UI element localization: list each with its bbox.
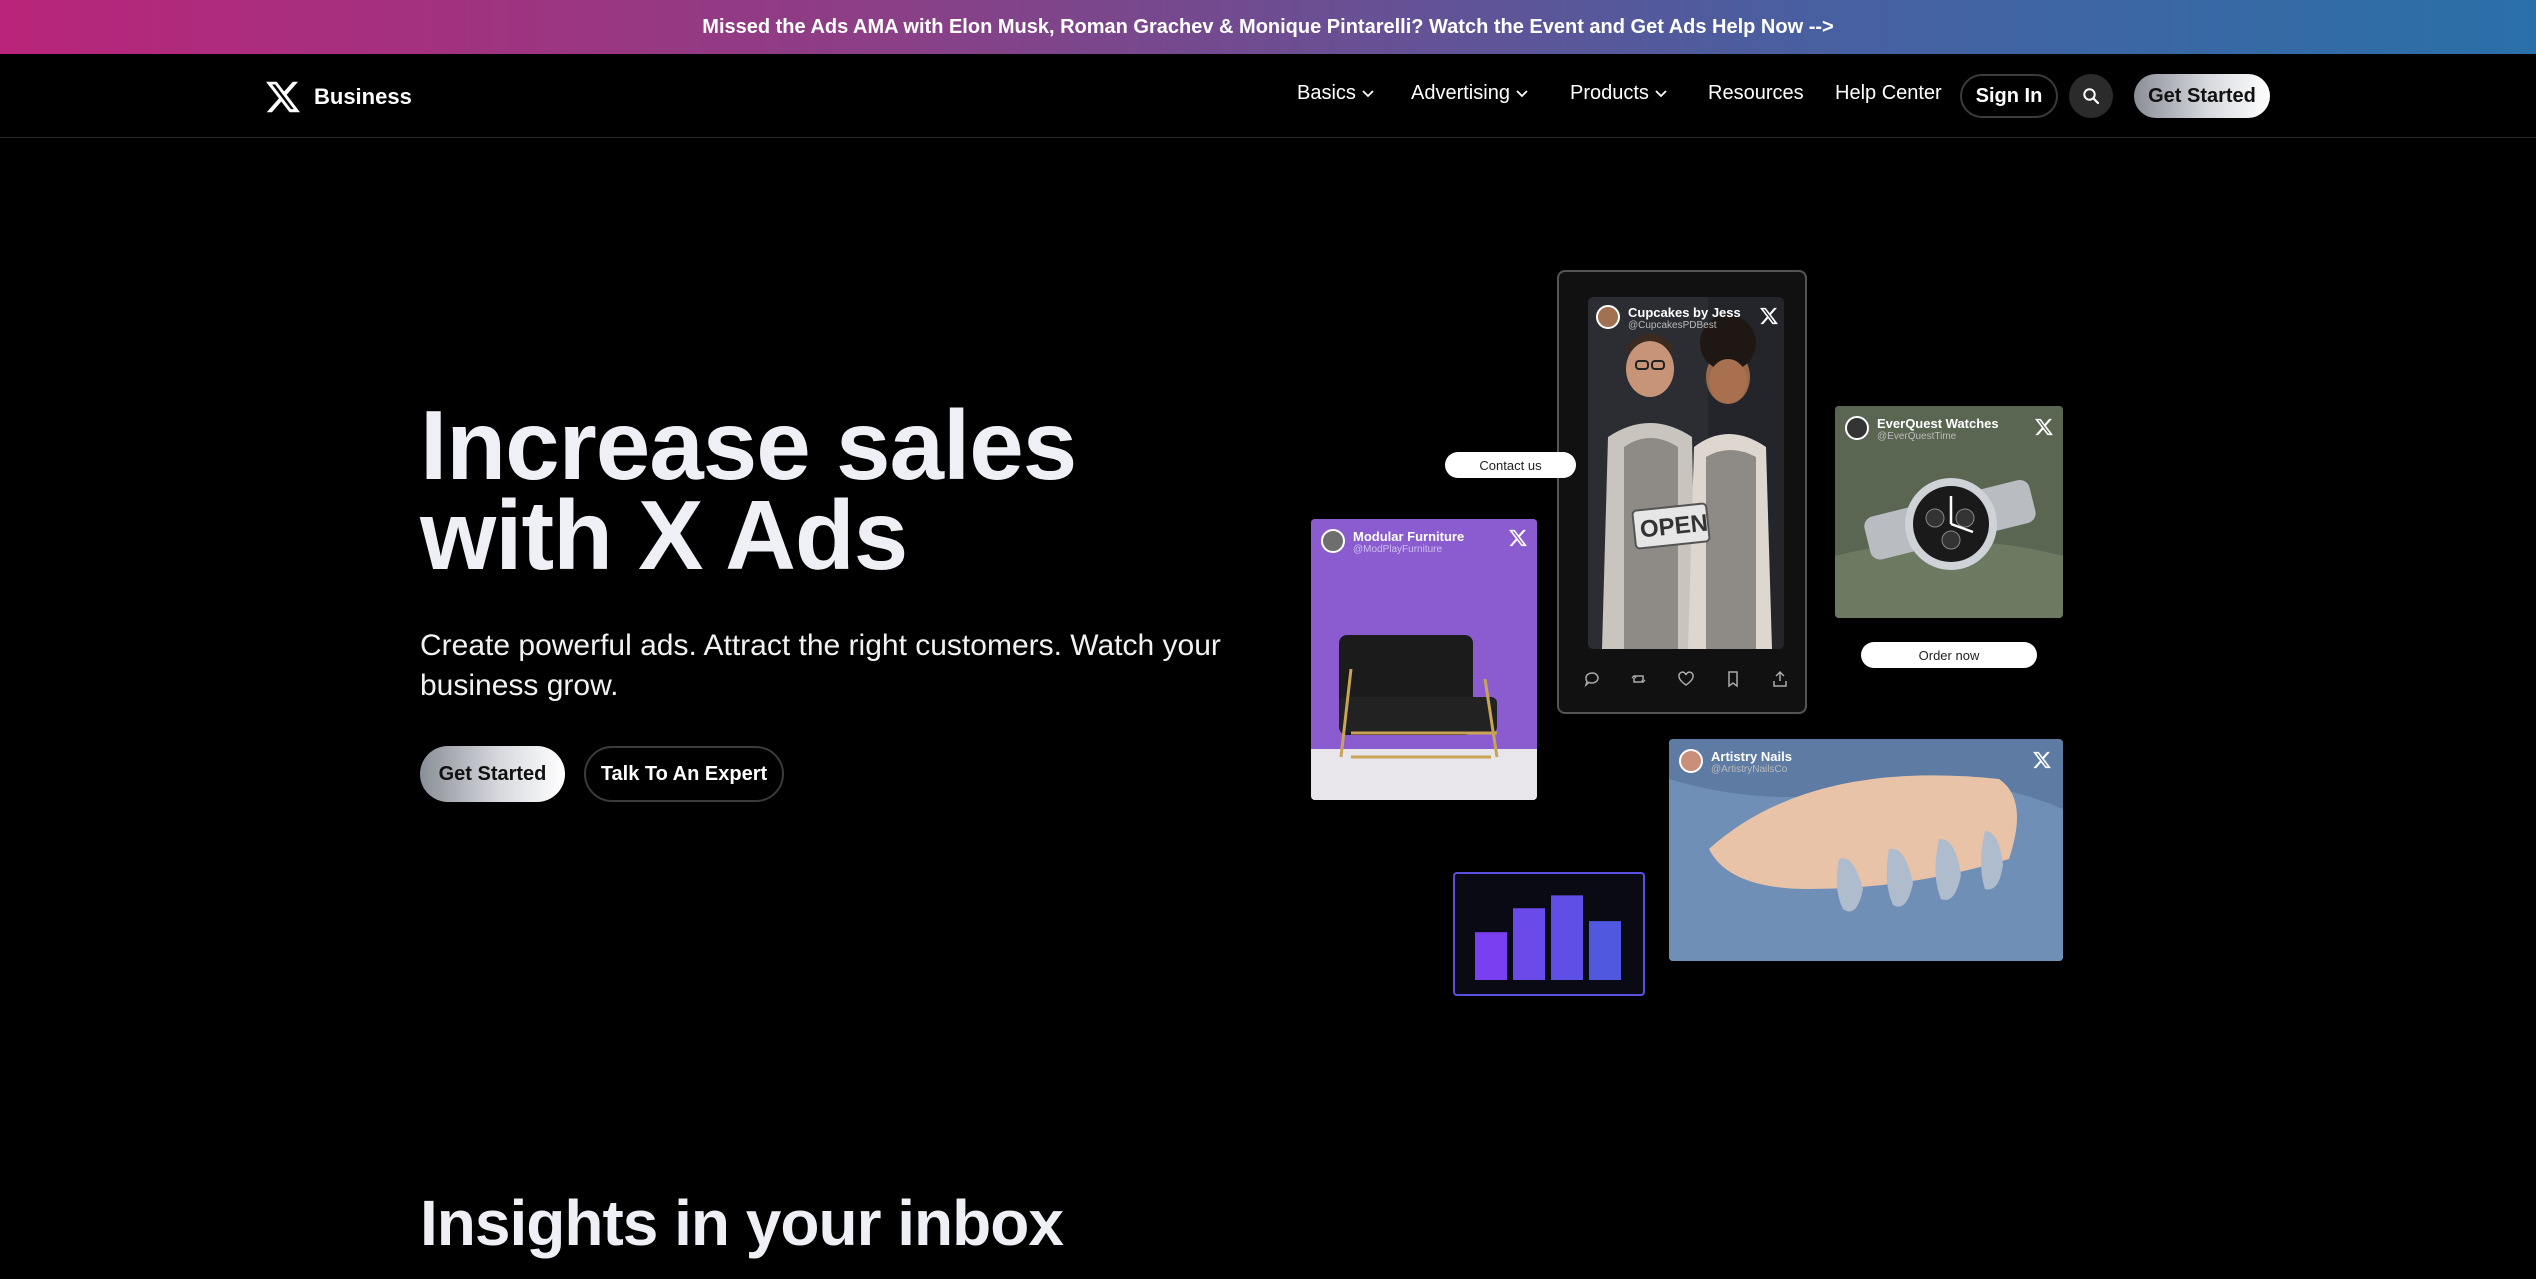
like-icon[interactable] (1677, 670, 1695, 688)
hero-title-line-1: Increase sales (420, 390, 1077, 500)
chart-bar (1513, 908, 1545, 980)
reply-icon[interactable] (1583, 670, 1601, 688)
shop-owners-illustration (1588, 297, 1784, 649)
header-get-started-button[interactable]: Get Started (2134, 74, 2270, 118)
insights-heading: Insights in your inbox (420, 1187, 1064, 1259)
x-logo-icon (266, 81, 300, 113)
retweet-icon[interactable] (1630, 670, 1648, 688)
x-logo-icon (1509, 529, 1527, 547)
cupcakes-photo: OPEN Cupcakes by Jess @CupcakesPDBest (1588, 297, 1784, 649)
sign-in-button[interactable]: Sign In (1960, 74, 2058, 118)
cupcakes-card-header: Cupcakes by Jess @CupcakesPDBest (1596, 305, 1741, 331)
brand-logo[interactable]: Business (266, 80, 412, 114)
order-now-pill[interactable]: Order now (1861, 642, 2037, 668)
nav-help-center-label: Help Center (1835, 82, 1942, 104)
watch-name: EverQuest Watches (1877, 416, 1999, 431)
hero-get-started-button[interactable]: Get Started (420, 746, 565, 802)
chevron-down-icon (1516, 89, 1528, 97)
furniture-card-header: Modular Furniture @ModPlayFurniture (1321, 529, 1464, 555)
hero-title-line-2: with X Ads (420, 480, 908, 590)
x-logo-icon (2035, 418, 2053, 436)
nails-name: Artistry Nails (1711, 749, 1792, 764)
nails-handle: @ArtistryNailsCo (1711, 764, 1788, 775)
announcement-link[interactable]: Missed the Ads AMA with Elon Musk, Roman… (702, 16, 1833, 39)
x-logo-icon (2033, 751, 2051, 769)
nav-resources[interactable]: Resources (1708, 82, 1804, 105)
furniture-ad-card: Modular Furniture @ModPlayFurniture (1311, 519, 1537, 800)
chevron-down-icon (1655, 89, 1667, 97)
avatar (1596, 305, 1620, 329)
site-header: Business Basics Advertising Products Res… (0, 54, 2536, 138)
cupcakes-name: Cupcakes by Jess (1628, 305, 1741, 320)
chart-bar (1551, 895, 1583, 980)
chair-illustration (1311, 519, 1537, 800)
share-icon[interactable] (1771, 670, 1789, 688)
nav-advertising[interactable]: Advertising (1411, 82, 1528, 105)
search-icon (2083, 88, 2100, 105)
nav-help-center[interactable]: Help Center (1835, 82, 1942, 105)
brand-name: Business (314, 84, 412, 109)
watch-ad-card: EverQuest Watches @EverQuestTime (1835, 406, 2063, 618)
talk-to-expert-button[interactable]: Talk To An Expert (584, 746, 784, 802)
hero-title: Increase sales with X Ads (420, 390, 1180, 590)
nav-advertising-label: Advertising (1411, 82, 1510, 104)
cupcakes-handle: @CupcakesPDBest (1628, 320, 1717, 331)
hero-subtitle: Create powerful ads. Attract the right c… (420, 629, 1221, 702)
nav-products[interactable]: Products (1570, 82, 1667, 105)
tweet-actions (1583, 670, 1789, 688)
chart-bar (1589, 921, 1621, 980)
bar-chart-icon (1475, 895, 1621, 980)
avatar (1321, 529, 1345, 553)
bookmark-icon[interactable] (1724, 670, 1742, 688)
furniture-name: Modular Furniture (1353, 529, 1465, 544)
contact-us-pill[interactable]: Contact us (1445, 452, 1576, 478)
nav-resources-label: Resources (1708, 82, 1804, 104)
avatar (1679, 749, 1703, 773)
chevron-down-icon (1362, 89, 1374, 97)
phone-ad-card: OPEN Cupcakes by Jess @CupcakesPDBest (1557, 270, 1807, 714)
performance-chart-card (1453, 872, 1645, 996)
avatar (1845, 416, 1869, 440)
nails-ad-card: Artistry Nails @ArtistryNailsCo (1669, 739, 2063, 961)
nav-basics[interactable]: Basics (1297, 82, 1374, 105)
nails-card-header: Artistry Nails @ArtistryNailsCo (1679, 749, 1792, 775)
nav-products-label: Products (1570, 82, 1649, 104)
furniture-handle: @ModPlayFurniture (1353, 544, 1443, 555)
search-button[interactable] (2069, 74, 2113, 118)
watch-handle: @EverQuestTime (1877, 431, 1957, 442)
watch-card-header: EverQuest Watches @EverQuestTime (1845, 416, 1999, 442)
nav-basics-label: Basics (1297, 82, 1356, 104)
x-logo-icon (1760, 307, 1778, 325)
chart-bar (1475, 932, 1507, 980)
announcement-banner: Missed the Ads AMA with Elon Musk, Roman… (0, 0, 2536, 54)
